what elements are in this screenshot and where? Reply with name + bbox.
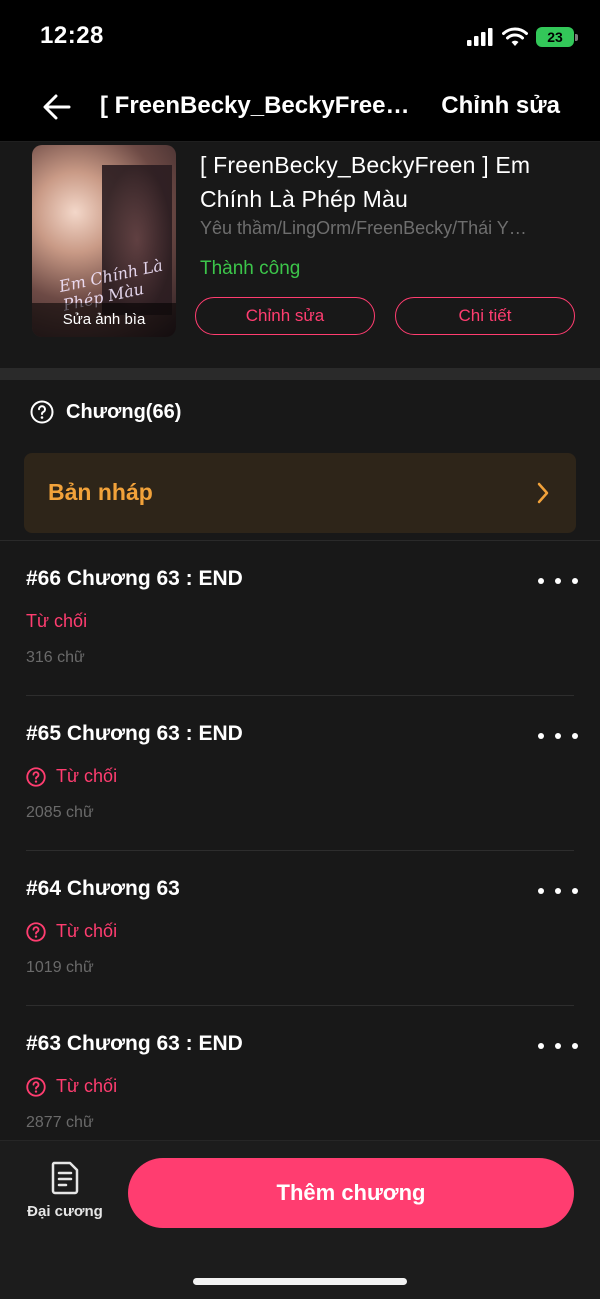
back-button[interactable]: [36, 86, 78, 128]
chapter-title: #63 Chương 63 : END: [26, 1032, 243, 1055]
edit-story-button[interactable]: Chỉnh sửa: [441, 92, 560, 120]
chapter-status-label: Từ chối: [56, 921, 118, 941]
outline-label: Đại cương: [27, 1203, 103, 1220]
chapter-title: #66 Chương 63 : END: [26, 567, 243, 590]
more-options-icon[interactable]: [538, 726, 578, 746]
nav-bar: [ FreenBecky_BeckyFreen ] Em Chính Là Ph…: [0, 72, 600, 142]
chapter-word-count: 2085 chữ: [26, 804, 94, 821]
chapters-count: Chương(66): [66, 400, 182, 423]
chapters-section: Chương(66) Bản nháp #66 Chương 63 : END T…: [0, 380, 600, 1140]
more-options-icon[interactable]: [538, 881, 578, 901]
book-info-card: Em Chính Là Phép Màu Sửa ảnh bìa [ Freen…: [0, 142, 600, 368]
chapter-status: Từ chối: [26, 611, 87, 632]
detail-button[interactable]: Chi tiết: [395, 297, 575, 335]
book-status: Thành công: [200, 258, 301, 279]
question-circle-icon: [26, 766, 46, 787]
status-bar: 12:28 23: [0, 0, 600, 72]
battery-level: 23: [547, 29, 563, 45]
chapter-status-label: Từ chối: [26, 611, 88, 631]
page-title: [ FreenBecky_BeckyFreen ] Em Chính Là Ph…: [100, 92, 412, 119]
home-indicator: [193, 1278, 407, 1285]
book-tags: Yêu thầm/LingOrm/FreenBecky/Thái Y…: [200, 218, 527, 238]
chapter-status: Từ chối: [26, 766, 117, 787]
book-title: [ FreenBecky_BeckyFreen ] Em Chính Là Ph…: [200, 152, 531, 212]
drafts-label: Bản nháp: [48, 479, 153, 505]
more-options-icon[interactable]: [538, 571, 578, 591]
chevron-right-icon: [537, 482, 549, 504]
chapter-row[interactable]: #64 Chương 63 Từ chối 1019 chữ: [0, 851, 600, 1006]
bottom-bar: Đại cương Thêm chương: [0, 1140, 600, 1299]
chapter-word-count: 1019 chữ: [26, 959, 94, 976]
chapter-status-label: Từ chối: [56, 1076, 118, 1096]
chapter-word-count: 2877 chữ: [26, 1114, 94, 1131]
chapter-row[interactable]: #63 Chương 63 : END Từ chối 2877 chữ: [0, 1006, 600, 1161]
chapter-status-label: Từ chối: [56, 766, 118, 786]
status-time: 12:28: [40, 22, 104, 49]
chapter-title: #64 Chương 63: [26, 877, 180, 900]
chapter-row[interactable]: #66 Chương 63 : END Từ chối 316 chữ: [0, 541, 600, 696]
drafts-card[interactable]: Bản nháp: [24, 453, 576, 533]
question-circle-icon[interactable]: [30, 400, 54, 424]
chapter-title: #65 Chương 63 : END: [26, 722, 243, 745]
add-chapter-button[interactable]: Thêm chương: [128, 1158, 574, 1228]
chapter-status: Từ chối: [26, 1076, 117, 1097]
chapter-word-count: 316 chữ: [26, 649, 85, 666]
status-icons: 23: [466, 26, 578, 48]
outline-button[interactable]: Đại cương: [22, 1161, 108, 1231]
section-divider: [0, 368, 600, 380]
question-circle-icon: [26, 921, 46, 942]
chapters-header: Chương(66): [30, 400, 181, 424]
battery-indicator: 23: [536, 27, 578, 47]
chapter-row[interactable]: #65 Chương 63 : END Từ chối 2085 chữ: [0, 696, 600, 851]
edit-button[interactable]: Chỉnh sửa: [195, 297, 375, 335]
document-icon: [51, 1161, 79, 1195]
arrow-left-icon: [43, 94, 71, 120]
wifi-icon: [502, 27, 528, 46]
edit-cover-label[interactable]: Sửa ảnh bìa: [32, 303, 176, 337]
chapter-status: Từ chối: [26, 921, 117, 942]
question-circle-icon: [26, 1076, 46, 1097]
more-options-icon[interactable]: [538, 1036, 578, 1056]
cellular-signal-icon: [467, 28, 493, 46]
book-cover[interactable]: Em Chính Là Phép Màu Sửa ảnh bìa: [32, 145, 176, 337]
